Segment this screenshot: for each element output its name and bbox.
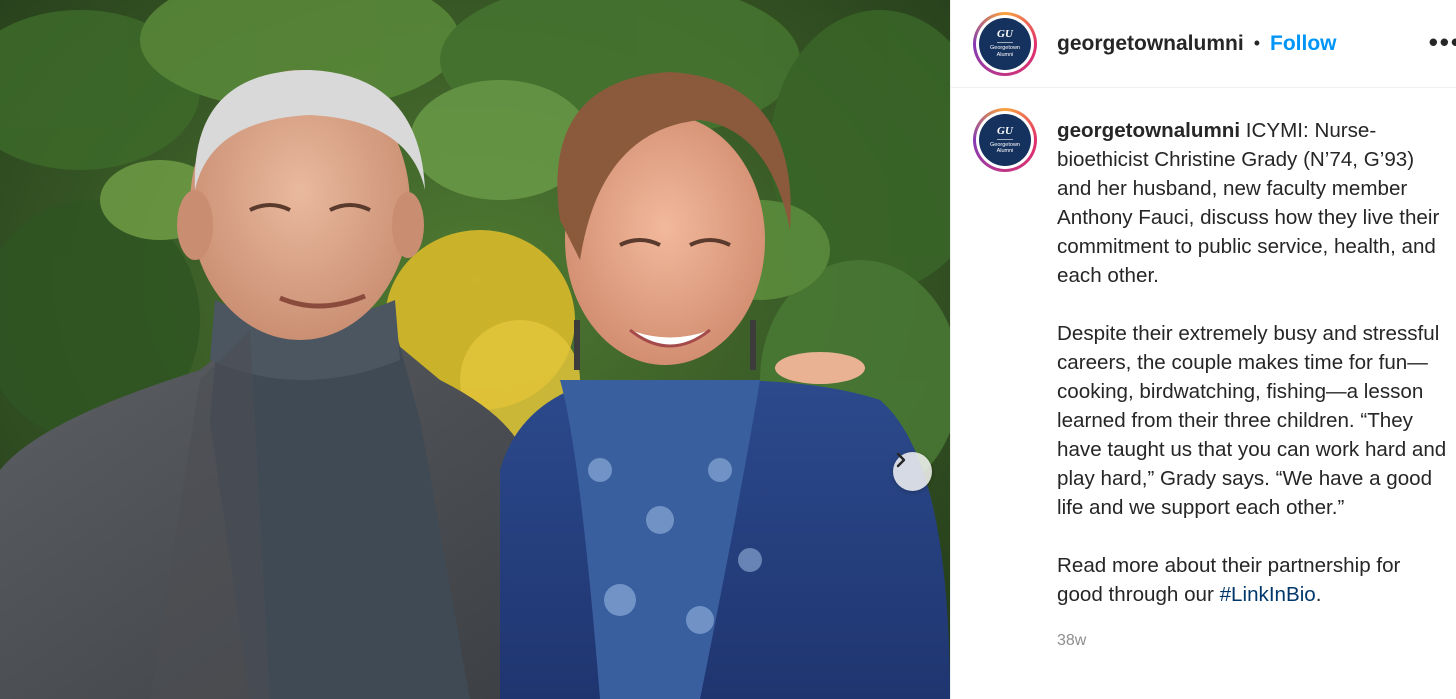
post-photo[interactable] bbox=[0, 0, 950, 699]
post-timestamp[interactable]: 38w bbox=[1057, 626, 1447, 655]
caption-paragraph-3: Read more about their partnership for go… bbox=[1057, 551, 1447, 609]
caption-text: georgetownalumni ICYMI: Nurse-bioethicis… bbox=[1057, 116, 1447, 655]
avatar-text-line2: Alumni bbox=[996, 51, 1014, 58]
post-header: GU Georgetown Alumni georgetownalumni • … bbox=[951, 0, 1456, 88]
caption-paragraph-1: georgetownalumni ICYMI: Nurse-bioethicis… bbox=[1057, 116, 1447, 290]
post-sidebar: GU Georgetown Alumni georgetownalumni • … bbox=[950, 0, 1456, 699]
couple-photo bbox=[0, 0, 950, 699]
separator-dot: • bbox=[1253, 33, 1260, 53]
avatar: GU Georgetown Alumni bbox=[979, 17, 1031, 70]
caption-para3-suffix: . bbox=[1315, 583, 1322, 606]
avatar-monogram: GU bbox=[997, 125, 1013, 140]
avatar-text-line2: Alumni bbox=[996, 148, 1014, 154]
instagram-post: GU Georgetown Alumni georgetownalumni • … bbox=[0, 0, 1456, 699]
follow-button[interactable]: Follow bbox=[1270, 32, 1337, 56]
more-options-icon[interactable]: ••• bbox=[1429, 27, 1456, 58]
story-ring[interactable]: GU Georgetown Alumni bbox=[973, 11, 1037, 76]
caption-paragraph-2: Despite their extremely busy and stressf… bbox=[1057, 322, 1447, 519]
comment-avatar: GU Georgetown Alumni bbox=[979, 114, 1031, 166]
header-username[interactable]: georgetownalumni bbox=[1057, 32, 1244, 56]
avatar-monogram: GU bbox=[997, 29, 1013, 44]
caption-author-link[interactable]: georgetownalumni bbox=[1057, 119, 1240, 142]
next-photo-button[interactable] bbox=[893, 452, 932, 491]
caption-para1: ICYMI: Nurse-bioethicist Christine Grady… bbox=[1057, 119, 1440, 287]
hashtag-link[interactable]: #LinkInBio bbox=[1220, 583, 1316, 606]
comment-story-ring[interactable]: GU Georgetown Alumni bbox=[973, 108, 1037, 172]
chevron-right-icon bbox=[896, 452, 906, 468]
caption-comment: GU Georgetown Alumni georgetownalumni IC… bbox=[951, 88, 1456, 655]
